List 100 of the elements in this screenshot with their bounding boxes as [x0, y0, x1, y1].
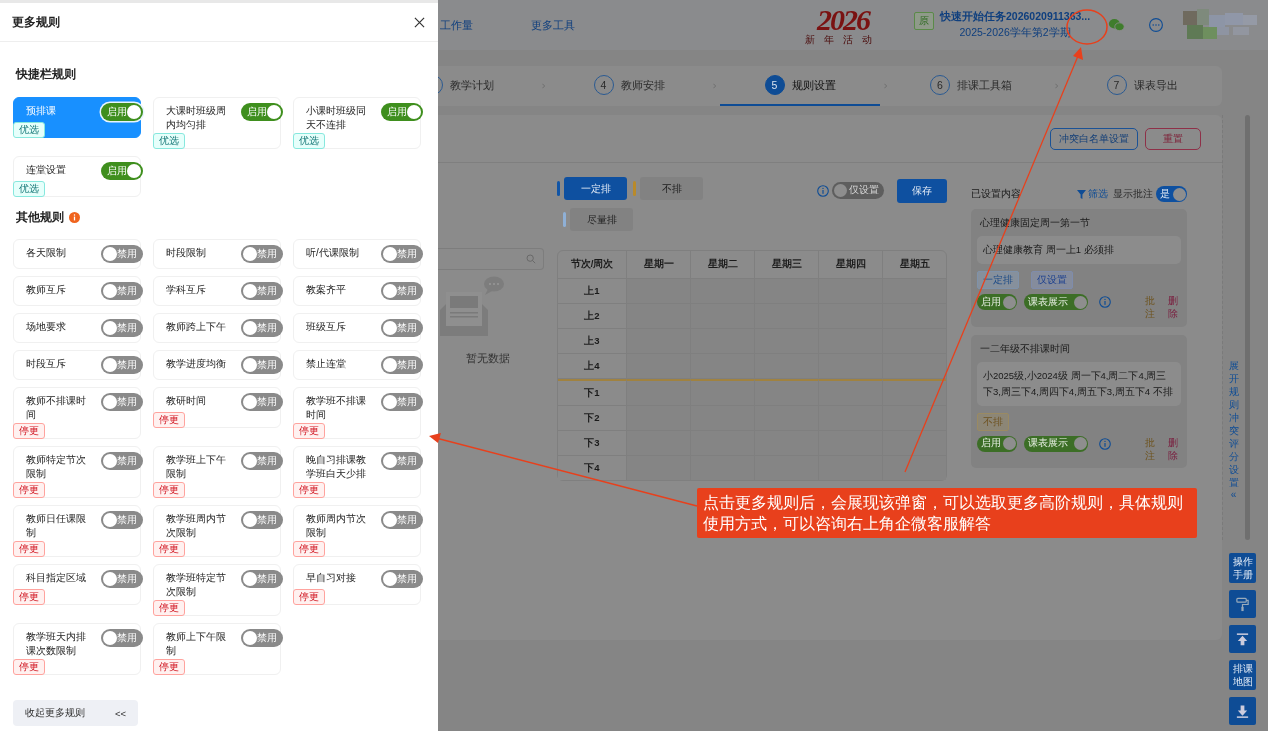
info-icon[interactable] — [817, 185, 829, 197]
toggle-switch[interactable]: 禁用 — [101, 319, 143, 337]
close-icon[interactable] — [414, 16, 425, 28]
collapse-button[interactable]: 收起更多规则 << — [13, 700, 138, 726]
toggle-switch[interactable]: 课表展示 — [1024, 435, 1088, 452]
side-tab[interactable]: 展开规则冲突评分设置 « — [1228, 359, 1239, 540]
action-button[interactable]: 重置 — [1145, 127, 1201, 150]
rule-badge: 优选 — [293, 133, 325, 149]
rule-badge: 停更 — [153, 659, 185, 675]
toggle-switch[interactable]: 禁用 — [101, 452, 143, 470]
toggle-switch[interactable]: 禁用 — [241, 282, 283, 300]
float-button[interactable]: 操作手册 — [1229, 553, 1256, 583]
rule-label: 教师周内节次限制 — [306, 512, 367, 540]
message-icon[interactable] — [1148, 17, 1165, 33]
float-button[interactable]: 排课地图 — [1229, 660, 1256, 690]
toggle-switch[interactable]: 禁用 — [241, 452, 283, 470]
info-icon[interactable] — [69, 212, 80, 223]
rule-label: 班级互斥 — [306, 320, 347, 334]
toggle-switch[interactable]: 禁用 — [101, 245, 143, 263]
chat-bubbles-icon[interactable] — [1108, 18, 1126, 32]
toggle-switch[interactable]: 禁用 — [101, 511, 143, 529]
show-notes-label: 显示批注 — [1113, 187, 1153, 201]
rule-type-button[interactable]: 不排 — [640, 177, 703, 200]
nav-link[interactable]: 工作量 — [440, 17, 473, 33]
toggle-switch[interactable]: 禁用 — [241, 356, 283, 374]
rule-label: 各天限制 — [26, 246, 67, 260]
back-to-top-button[interactable] — [1229, 625, 1256, 653]
toggle-switch[interactable]: 启用 — [101, 103, 143, 121]
toggle-switch[interactable]: 禁用 — [101, 393, 143, 411]
delete-link[interactable]: 删除 — [1167, 435, 1177, 463]
search-field[interactable] — [438, 248, 544, 270]
toggle-switch[interactable]: 禁用 — [381, 245, 423, 263]
paint-roller-icon — [1235, 596, 1250, 612]
toggle-switch[interactable]: 启用 — [101, 162, 143, 180]
info-icon[interactable] — [1099, 296, 1111, 308]
toggle-switch[interactable]: 启用 — [381, 103, 423, 121]
logo-tagline: 新年活动 — [805, 33, 881, 45]
rule-label: 教学班上下午限制 — [166, 453, 227, 481]
toggle-switch[interactable]: 禁用 — [381, 282, 423, 300]
entry-tag: 仅设置 — [1031, 271, 1073, 289]
toggle-switch[interactable]: 禁用 — [241, 319, 283, 337]
info-icon[interactable] — [1099, 437, 1111, 450]
rule-card[interactable]: 大课时班级周内均匀排 启用 优选 — [153, 97, 281, 149]
toggle-switch[interactable]: 启用 — [977, 294, 1017, 310]
paint-roller-button[interactable] — [1229, 590, 1256, 618]
rule-badge: 停更 — [293, 589, 325, 605]
toggle-switch[interactable]: 禁用 — [241, 245, 283, 263]
rule-card[interactable]: 连堂设置 启用 优选 — [13, 156, 141, 197]
rule-badge: 停更 — [153, 600, 185, 616]
toggle-switch[interactable]: 禁用 — [241, 511, 283, 529]
note-link[interactable]: 批注 — [1145, 294, 1155, 321]
toggle-switch[interactable]: 禁用 — [241, 393, 283, 411]
toggle-switch[interactable]: 禁用 — [381, 319, 423, 337]
empty-state-text: 暂无数据 — [466, 352, 510, 366]
rule-label: 教师日任课限制 — [26, 512, 87, 540]
rule-label: 教案齐平 — [306, 283, 347, 297]
toggle-switch[interactable]: 禁用 — [101, 570, 143, 588]
toggle-switch[interactable]: 禁用 — [381, 452, 423, 470]
toggle-switch[interactable]: 启用 — [241, 103, 283, 121]
toggle-switch[interactable]: 禁用 — [381, 570, 423, 588]
rule-label: 场地要求 — [26, 320, 67, 334]
rule-label: 教师上下午限制 — [166, 630, 227, 658]
step-tab[interactable]: 5 规则设置 — [720, 66, 880, 106]
download-button[interactable] — [1229, 697, 1256, 725]
annotation-callout: 点击更多规则后，会展现该弹窗，可以选取更多高阶规则，具体规则使用方式，可以咨询右上角企微客服解答 — [697, 488, 1197, 538]
toggle-switch[interactable]: 禁用 — [101, 282, 143, 300]
rule-card[interactable]: 预排课 启用 优选 — [13, 97, 141, 138]
step-tab[interactable]: 教学计划 — [438, 66, 538, 106]
toggle-switch[interactable]: 禁用 — [381, 356, 423, 374]
action-button[interactable]: 冲突白名单设置 — [1050, 127, 1138, 150]
toggle-switch[interactable]: 仅设置 — [832, 182, 884, 199]
rule-badge: 停更 — [293, 541, 325, 557]
delete-link[interactable]: 删除 — [1167, 294, 1177, 321]
rule-card[interactable]: 小课时班级同天不连排 启用 优选 — [293, 97, 421, 149]
toggle-switch[interactable]: 禁用 — [241, 629, 283, 647]
note-link[interactable]: 批注 — [1145, 435, 1155, 463]
step-tab[interactable]: 4 教师安排 — [549, 66, 709, 106]
toggle-switch[interactable]: 禁用 — [101, 629, 143, 647]
step-tab[interactable]: 7 课表导出 — [1062, 66, 1222, 106]
rule-badge: 停更 — [153, 541, 185, 557]
rule-label: 时段互斥 — [26, 357, 67, 371]
rule-label: 禁止连堂 — [306, 357, 347, 371]
step-tab[interactable]: 6 排课工具箱 — [891, 66, 1051, 106]
nav-link[interactable]: 更多工具 — [531, 17, 575, 33]
rule-type-button[interactable]: 尽量排 — [570, 208, 633, 231]
toggle-switch[interactable]: 启用 — [977, 435, 1017, 452]
rule-badge: 停更 — [13, 541, 45, 557]
toggle-switch[interactable]: 禁用 — [381, 393, 423, 411]
rule-label: 科目指定区域 — [26, 571, 87, 585]
save-button[interactable]: 保存 — [897, 179, 947, 203]
toggle-switch[interactable]: 课表展示 — [1024, 294, 1088, 310]
toggle-switch[interactable]: 禁用 — [241, 570, 283, 588]
rule-badge: 停更 — [153, 412, 185, 428]
toggle-switch[interactable]: 禁用 — [101, 356, 143, 374]
filter-link[interactable]: 筛选 — [1077, 187, 1108, 201]
rule-label: 教学进度均衡 — [166, 357, 227, 371]
toggle-switch[interactable]: 是 — [1156, 186, 1187, 202]
rule-badge: 停更 — [13, 482, 45, 498]
rule-type-button[interactable]: 一定排 — [564, 177, 627, 200]
toggle-switch[interactable]: 禁用 — [381, 511, 423, 529]
